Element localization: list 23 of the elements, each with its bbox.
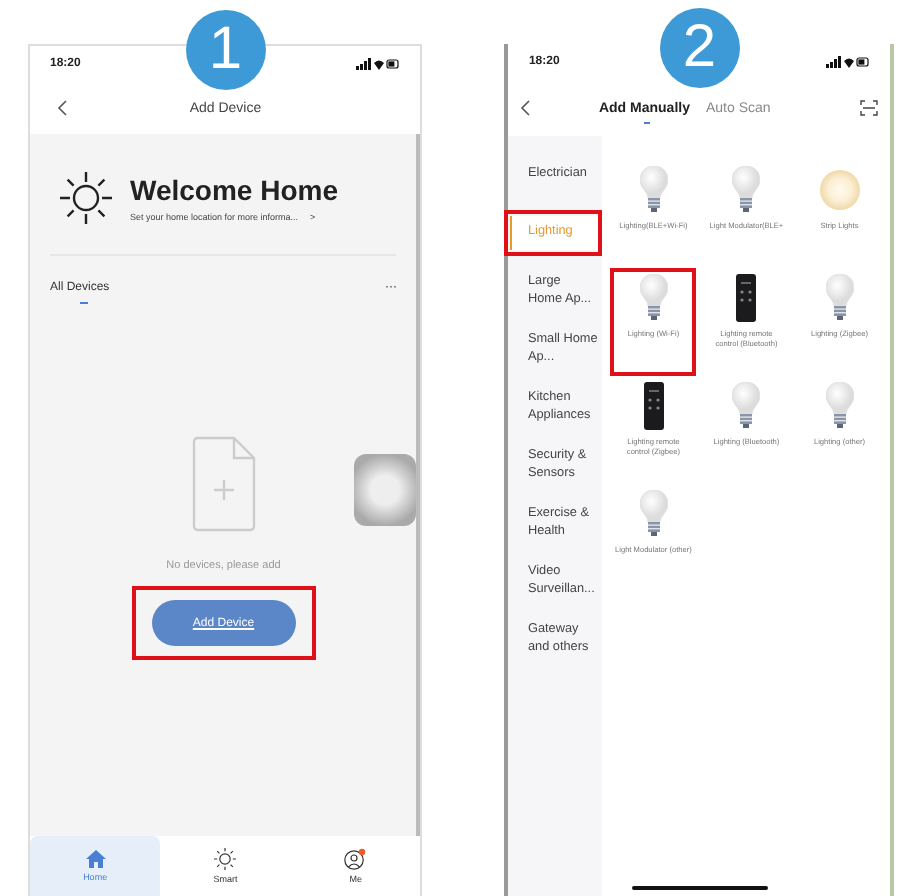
status-icons (356, 58, 401, 70)
remote-control-icon (736, 274, 757, 322)
scan-icon[interactable] (860, 100, 878, 116)
sun-icon (214, 848, 237, 870)
status-icons (826, 56, 870, 68)
light-bulb-icon (825, 382, 854, 430)
light-bulb-icon (639, 490, 668, 538)
round-light-icon (819, 170, 860, 210)
back-icon[interactable] (520, 100, 531, 116)
home-icon (85, 850, 106, 868)
light-bulb-icon (825, 274, 854, 322)
step-number-badge: 1 (185, 10, 266, 90)
document-plus-icon (191, 436, 256, 532)
light-bulb-icon (639, 166, 668, 214)
sun-icon (58, 170, 114, 226)
home-indicator (631, 886, 768, 890)
light-bulb-icon (732, 382, 761, 430)
home-title: Welcome Home (130, 174, 338, 206)
light-bulb-icon (732, 166, 761, 214)
profile-icon (344, 848, 367, 870)
remote-control-icon (643, 382, 664, 430)
step-number-badge: 2 (659, 8, 740, 88)
light-bulb-icon (639, 274, 668, 322)
